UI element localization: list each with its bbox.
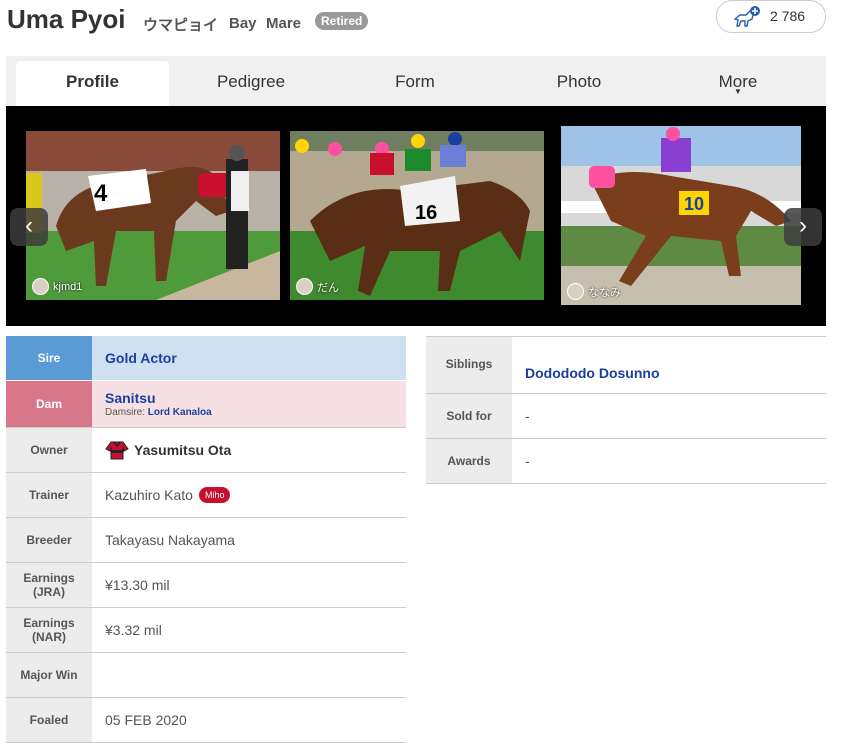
- sire-label: Sire: [6, 336, 92, 380]
- siblings-cell: Dodododo Dosunno: [512, 337, 826, 393]
- photo-user: だん: [317, 281, 339, 294]
- earnings-jra-label: Earnings (JRA): [6, 563, 92, 607]
- photo-credit: ななみ: [567, 283, 621, 300]
- coat-color: Bay: [229, 15, 257, 32]
- photo-user: ななみ: [588, 286, 621, 299]
- photo-credit: だん: [296, 278, 339, 295]
- user-avatar: [567, 283, 584, 300]
- foaled-value: 05 FEB 2020: [105, 712, 187, 728]
- svg-text:4: 4: [94, 180, 108, 207]
- row-earnings-jra: Earnings (JRA) ¥13.30 mil: [6, 563, 406, 608]
- tab-photo[interactable]: Photo: [504, 61, 654, 106]
- horse-name-kana: ウマピョイ: [143, 17, 219, 34]
- owner-label: Owner: [6, 428, 92, 472]
- row-siblings: Siblings Dodododo Dosunno: [426, 337, 826, 394]
- sold-for-value: -: [525, 408, 530, 424]
- sire-link[interactable]: Gold Actor: [105, 350, 177, 366]
- photo-user: kjmd1: [53, 280, 83, 293]
- tab-form[interactable]: Form: [340, 61, 490, 106]
- photo-3[interactable]: 10 ななみ: [561, 126, 801, 305]
- horse-race-photo: 16: [290, 131, 544, 300]
- tab-bar: Profile Pedigree Form Photo More ▼: [6, 56, 826, 106]
- horse-gallop-photo: 10: [561, 126, 801, 305]
- row-dam: Dam Sanitsu Damsire: Lord Kanaloa: [6, 381, 406, 428]
- horse-header: Uma Pyoi ウマピョイ Bay Mare Retired 2 786: [0, 0, 848, 48]
- horse-name: Uma Pyoi: [7, 4, 126, 34]
- dam-cell: Sanitsu Damsire: Lord Kanaloa: [92, 381, 406, 427]
- earnings-jra-value: ¥13.30 mil: [105, 577, 170, 593]
- row-owner: Owner Yasumitsu Ota: [6, 428, 406, 473]
- trainer-link[interactable]: Kazuhiro Kato: [105, 487, 193, 503]
- trainer-cell: Kazuhiro Kato Miho: [92, 473, 406, 517]
- row-earnings-nar: Earnings (NAR) ¥3.32 mil: [6, 608, 406, 653]
- user-avatar: [296, 278, 313, 295]
- trainer-region-badge: Miho: [198, 487, 231, 503]
- row-breeder: Breeder Takayasu Nakayama: [6, 518, 406, 563]
- tab-profile[interactable]: Profile: [16, 61, 169, 106]
- row-trainer: Trainer Kazuhiro Kato Miho: [6, 473, 406, 518]
- row-major-win: Major Win: [6, 653, 406, 698]
- row-awards: Awards -: [426, 439, 826, 484]
- damsire-line: Damsire: Lord Kanaloa: [105, 407, 212, 418]
- chevron-left-icon: ‹: [25, 212, 33, 239]
- horse-sex: Mare: [266, 15, 302, 32]
- earnings-nar-label: Earnings (NAR): [6, 608, 92, 652]
- breeder-value[interactable]: Takayasu Nakayama: [92, 518, 406, 562]
- dam-link[interactable]: Sanitsu: [105, 390, 156, 406]
- jockey-silks-icon: [105, 441, 129, 460]
- owner-cell: Yasumitsu Ota: [92, 428, 406, 472]
- caret-down-icon: ▼: [734, 87, 742, 96]
- row-sold-for: Sold for -: [426, 394, 826, 439]
- photo-credit: kjmd1: [32, 278, 82, 295]
- carousel-next-button[interactable]: ›: [784, 208, 822, 246]
- sibling-link[interactable]: Dodododo Dosunno: [525, 365, 660, 381]
- sire-cell: Gold Actor: [92, 336, 406, 380]
- photo-1[interactable]: 4 kjmd1: [26, 131, 280, 300]
- row-foaled: Foaled 05 FEB 2020: [6, 698, 406, 743]
- tab-more[interactable]: More ▼: [663, 61, 813, 106]
- sold-for-label: Sold for: [426, 394, 512, 438]
- status-badge: Retired: [315, 12, 369, 30]
- damsire-label: Damsire:: [105, 407, 146, 418]
- tab-pedigree[interactable]: Pedigree: [176, 61, 326, 106]
- trainer-label: Trainer: [6, 473, 92, 517]
- horse-favorite-icon: [733, 6, 760, 27]
- siblings-label: Siblings: [426, 337, 512, 393]
- breeder-label: Breeder: [6, 518, 92, 562]
- major-win-label: Major Win: [6, 653, 92, 697]
- awards-label: Awards: [426, 439, 512, 483]
- favorite-count: 2 786: [770, 8, 806, 24]
- svg-text:10: 10: [684, 194, 704, 214]
- photo-carousel: 4 kjmd1 16 だん 10 ななみ ‹ ›: [6, 106, 826, 326]
- chevron-right-icon: ›: [799, 212, 807, 239]
- awards-value: -: [525, 453, 530, 469]
- user-avatar: [32, 278, 49, 295]
- dam-label: Dam: [6, 381, 92, 427]
- damsire-link[interactable]: Lord Kanaloa: [148, 407, 212, 418]
- row-sire: Sire Gold Actor: [6, 336, 406, 381]
- favorite-button[interactable]: 2 786: [716, 0, 826, 33]
- foaled-label: Foaled: [6, 698, 92, 742]
- owner-link[interactable]: Yasumitsu Ota: [134, 442, 231, 458]
- svg-text:16: 16: [415, 202, 437, 224]
- profile-table-right: Siblings Dodododo Dosunno Sold for - Awa…: [426, 336, 826, 484]
- photo-2[interactable]: 16 だん: [290, 131, 544, 300]
- horse-paddock-photo: 4: [26, 131, 280, 300]
- major-win-value: [92, 653, 406, 697]
- carousel-prev-button[interactable]: ‹: [10, 208, 48, 246]
- earnings-nar-value: ¥3.32 mil: [105, 622, 162, 638]
